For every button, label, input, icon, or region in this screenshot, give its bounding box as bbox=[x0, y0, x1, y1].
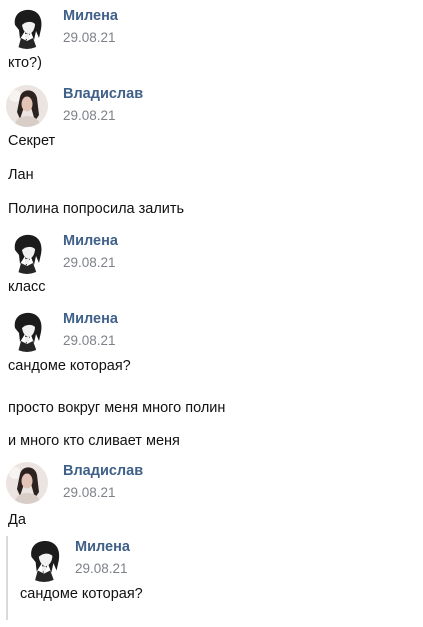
user-avatar-icon bbox=[6, 85, 48, 127]
message-group: Владислав 29.08.21 Секрет Лан Полина поп… bbox=[0, 83, 423, 223]
author-name[interactable]: Милена bbox=[75, 539, 130, 555]
message-date: 29.08.21 bbox=[63, 108, 116, 123]
avatar[interactable] bbox=[6, 85, 48, 127]
avatar[interactable] bbox=[6, 310, 48, 352]
message-text: просто вокруг меня много полин bbox=[8, 400, 226, 416]
message-group: Милена 29.08.21 кто?) bbox=[0, 0, 423, 75]
message-date: 29.08.21 bbox=[75, 561, 128, 576]
message-group: Милена 29.08.21 класс bbox=[0, 230, 423, 300]
message-text: Лан bbox=[8, 167, 34, 183]
message-date: 29.08.21 bbox=[63, 255, 116, 270]
message-group: Милена 29.08.21 сандоме которая? просто … bbox=[0, 308, 423, 453]
user-avatar-icon bbox=[6, 232, 48, 274]
user-avatar-icon bbox=[6, 310, 48, 352]
message-text: класс bbox=[8, 279, 46, 295]
message-text: и много кто сливает меня bbox=[8, 433, 180, 449]
message-text: сандоме которая? bbox=[20, 586, 143, 602]
message-text: Да bbox=[8, 512, 26, 528]
user-avatar-icon bbox=[22, 538, 66, 582]
author-name[interactable]: Владислав bbox=[63, 86, 143, 102]
message-text: Секрет bbox=[8, 133, 56, 149]
author-name[interactable]: Владислав bbox=[63, 463, 143, 479]
message-text: сандоме которая? bbox=[8, 358, 131, 374]
message-group: Владислав 29.08.21 Да bbox=[0, 460, 423, 535]
avatar[interactable] bbox=[22, 538, 66, 582]
avatar[interactable] bbox=[6, 232, 48, 274]
author-name[interactable]: Милена bbox=[63, 233, 118, 249]
user-avatar-icon bbox=[6, 462, 48, 504]
message-text: Полина попросила залить bbox=[8, 201, 185, 217]
author-name[interactable]: Милена bbox=[63, 311, 118, 327]
avatar[interactable] bbox=[6, 462, 48, 504]
message-text: кто?) bbox=[8, 55, 42, 71]
avatar[interactable] bbox=[6, 7, 48, 49]
message-date: 29.08.21 bbox=[63, 485, 116, 500]
author-name[interactable]: Милена bbox=[63, 8, 118, 24]
user-avatar-icon bbox=[6, 7, 48, 49]
message-date: 29.08.21 bbox=[63, 333, 116, 348]
message-date: 29.08.21 bbox=[63, 30, 116, 45]
quoted-message[interactable]: Милена 29.08.21 сандоме которая? bbox=[6, 536, 418, 620]
